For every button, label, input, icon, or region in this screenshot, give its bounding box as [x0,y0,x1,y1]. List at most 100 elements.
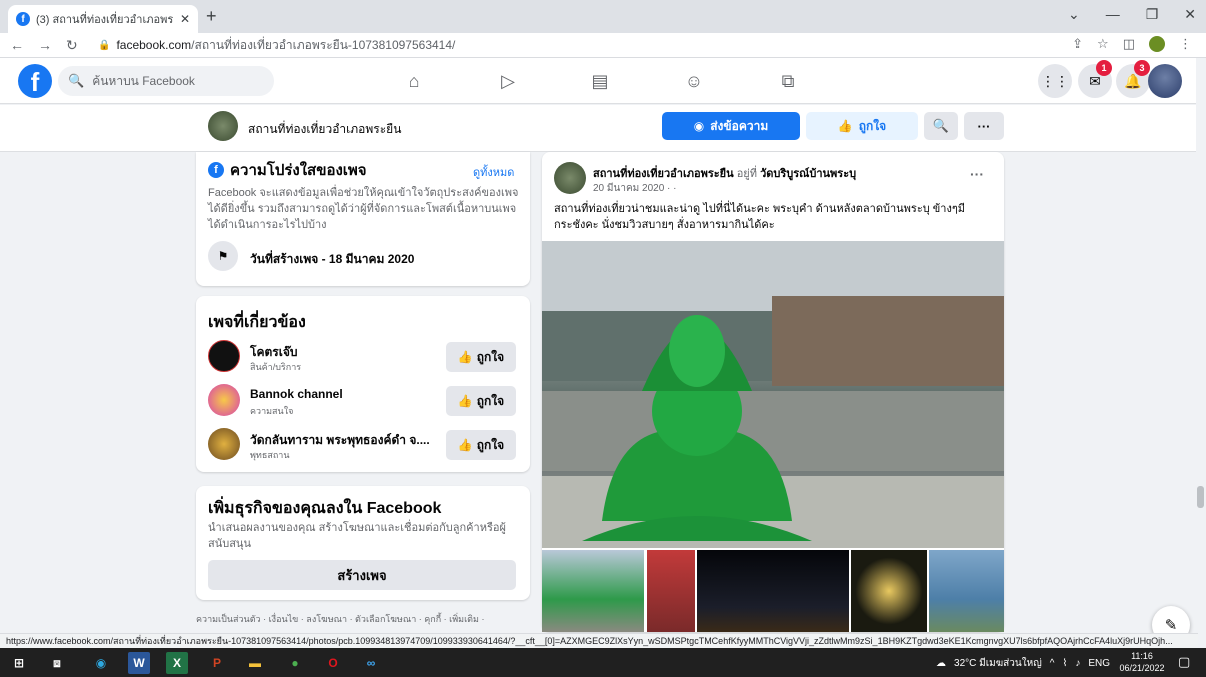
post-author[interactable]: สถานที่ท่องเที่ยวอำเภอพระยืน [593,168,734,180]
powerpoint-icon[interactable]: P [206,652,228,674]
gaming-icon[interactable]: ⧉ [770,66,806,96]
like-label: ถูกใจ [476,349,505,364]
tab-search-icon[interactable]: ⌄ [1068,6,1080,23]
post-author-avatar[interactable] [554,162,586,194]
profile-avatar-icon[interactable] [1149,36,1165,52]
page-more-button[interactable]: ··· [964,112,1004,140]
edge-browser-icon[interactable]: ◉ [90,652,112,674]
messenger-icon: ◉ [693,119,705,133]
clock-time: 11:16 [1131,651,1153,661]
page-header-bar [0,105,1196,152]
opera-icon[interactable]: O [322,652,344,674]
action-center-icon[interactable]: ▢ [1178,654,1190,670]
windows-start-icon[interactable]: ⊞ [8,652,30,674]
url-path: /สถานที่ท่องเที่ยวอำเภอพระยืน-1073810975… [191,37,456,52]
add-business-title: เพิ่มธุรกิจของคุณลงใน Facebook [208,500,442,517]
related-page-like-button[interactable]: 👍 ถูกใจ [446,342,516,372]
minimize-icon[interactable]: — [1106,6,1120,23]
tray-chevron-icon[interactable]: ^ [1050,658,1055,669]
new-tab-button[interactable]: + [206,6,217,27]
page-name[interactable]: สถานที่ท่องเที่ยวอำเภอพระยืน [248,120,401,139]
related-page-avatar[interactable] [208,340,240,372]
back-icon[interactable]: ← [10,37,24,54]
system-tray: ☁ 32°C มีเมฆส่วนใหญ่ ^ ⌇ ♪ ENG [936,656,1110,671]
status-bar-url: https://www.facebook.com/สถานที่ท่องเที่… [0,633,1198,648]
watch-icon[interactable]: ▷ [490,66,526,96]
related-pages-title: เพจที่เกี่ยวข้อง [208,314,306,331]
post-thumbnail[interactable] [697,550,849,632]
taskbar-clock[interactable]: 11:16 06/21/2022 [1118,650,1166,674]
send-message-label: ส่งข้อความ [710,118,769,133]
sidepanel-icon[interactable]: ◫ [1123,36,1135,52]
task-view-icon[interactable]: ⧈ [46,652,68,674]
flag-icon: ⚑ [208,241,238,271]
post-header: สถานที่ท่องเที่ยวอำเภอพระยืน อยู่ที่ วัด… [593,164,943,182]
facebook-search-input[interactable]: 🔍 ค้นหาบน Facebook [58,66,274,96]
browser-toolbar: ⇪ ☆ ◫ ⋮ [1072,36,1192,52]
word-icon[interactable]: W [128,652,150,674]
marketplace-icon[interactable]: ▤ [582,66,618,96]
messenger-badge: 1 [1096,60,1112,76]
more-dots-icon: ··· [977,118,991,134]
like-page-button[interactable]: 👍 ถูกใจ [806,112,918,140]
add-business-description: นำเสนอผลงานของคุณ สร้างโฆษณาและเชื่อมต่อ… [208,522,506,550]
post-text: สถานที่ท่องเที่ยวน่าชมและน่าดู ไปที่นี่ไ… [554,203,966,231]
related-page-avatar[interactable] [208,428,240,460]
post-thumbnail[interactable] [929,550,1004,632]
file-explorer-icon[interactable]: ▬ [244,652,266,674]
post-thumbnail[interactable] [647,550,695,632]
related-page-category: พุทธสถาน [250,450,290,460]
home-icon[interactable]: ⌂ [396,66,432,96]
excel-icon[interactable]: X [166,652,188,674]
language-indicator[interactable]: ENG [1088,658,1110,669]
forward-icon[interactable]: → [38,37,52,54]
facebook-logo-icon[interactable]: f [18,64,52,98]
thumbs-up-icon: 👍 [457,438,473,452]
network-icon[interactable]: ⌇ [1062,658,1067,669]
menu-grid-icon[interactable]: ⋮⋮ [1038,64,1072,98]
buddha-statue-photo [542,241,1004,548]
post-thumbnail[interactable] [542,550,644,632]
weather-icon: ☁ [936,658,947,669]
related-page-like-button[interactable]: 👍 ถูกใจ [446,430,516,460]
post-more-icon[interactable]: ··· [970,166,984,182]
page-avatar[interactable] [208,111,238,141]
browser-nav-buttons: ← → ↻ [10,37,78,54]
related-page-like-button[interactable]: 👍 ถูกใจ [446,386,516,416]
thumbs-up-icon: 👍 [837,119,853,133]
notifications-badge: 3 [1134,60,1150,76]
post-place[interactable]: วัดบริบูรณ์บ้านพระบุ [760,168,856,180]
like-label: ถูกใจ [476,437,505,452]
create-page-button[interactable]: สร้างเพจ [208,560,516,590]
page-search-button[interactable]: 🔍 [924,112,958,140]
bookmark-star-icon[interactable]: ☆ [1097,36,1109,52]
clock-date: 06/21/2022 [1119,663,1165,673]
url-field[interactable]: 🔒 facebook.com /สถานที่ท่องเที่ยวอำเภอพร… [98,36,455,54]
groups-icon[interactable]: ☺ [676,66,712,96]
app-icon[interactable]: ∞ [360,652,382,674]
tab-close-icon[interactable]: ✕ [180,12,190,26]
transparency-title-text: ความโปร่งใสของเพจ [230,162,367,179]
post-thumbnail[interactable] [851,550,927,632]
facebook-icon: f [208,162,224,178]
browser-tab[interactable]: f (3) สถานที่ท่องเที่ยวอำเภอพระยืน | Fa … [8,5,198,33]
volume-icon[interactable]: ♪ [1075,658,1080,669]
post-main-photo[interactable] [542,241,1004,548]
share-icon[interactable]: ⇪ [1072,36,1083,52]
browser-menu-icon[interactable]: ⋮ [1179,36,1192,52]
maximize-icon[interactable]: ❐ [1146,6,1159,23]
account-avatar[interactable] [1148,64,1182,98]
chrome-icon[interactable]: ● [284,652,306,674]
related-page-name[interactable]: Bannok channel [250,387,343,401]
page-scrollbar[interactable] [1197,486,1204,508]
like-label: ถูกใจ [858,118,887,133]
see-all-link[interactable]: ดูทั้งหมด [473,163,514,181]
footer-links[interactable]: ความเป็นส่วนตัว · เงื่อนไข · ลงโฆษณา · ต… [196,612,530,626]
reload-icon[interactable]: ↻ [66,37,78,54]
tab-title: (3) สถานที่ท่องเที่ยวอำเภอพระยืน | Fa [36,14,174,26]
close-window-icon[interactable]: ✕ [1184,6,1196,23]
weather-text[interactable]: 32°C มีเมฆส่วนใหญ่ [954,656,1042,671]
related-page-avatar[interactable] [208,384,240,416]
send-message-button[interactable]: ◉ ส่งข้อความ [662,112,800,140]
post-date[interactable]: 20 มีนาคม 2020 · · [593,181,676,196]
